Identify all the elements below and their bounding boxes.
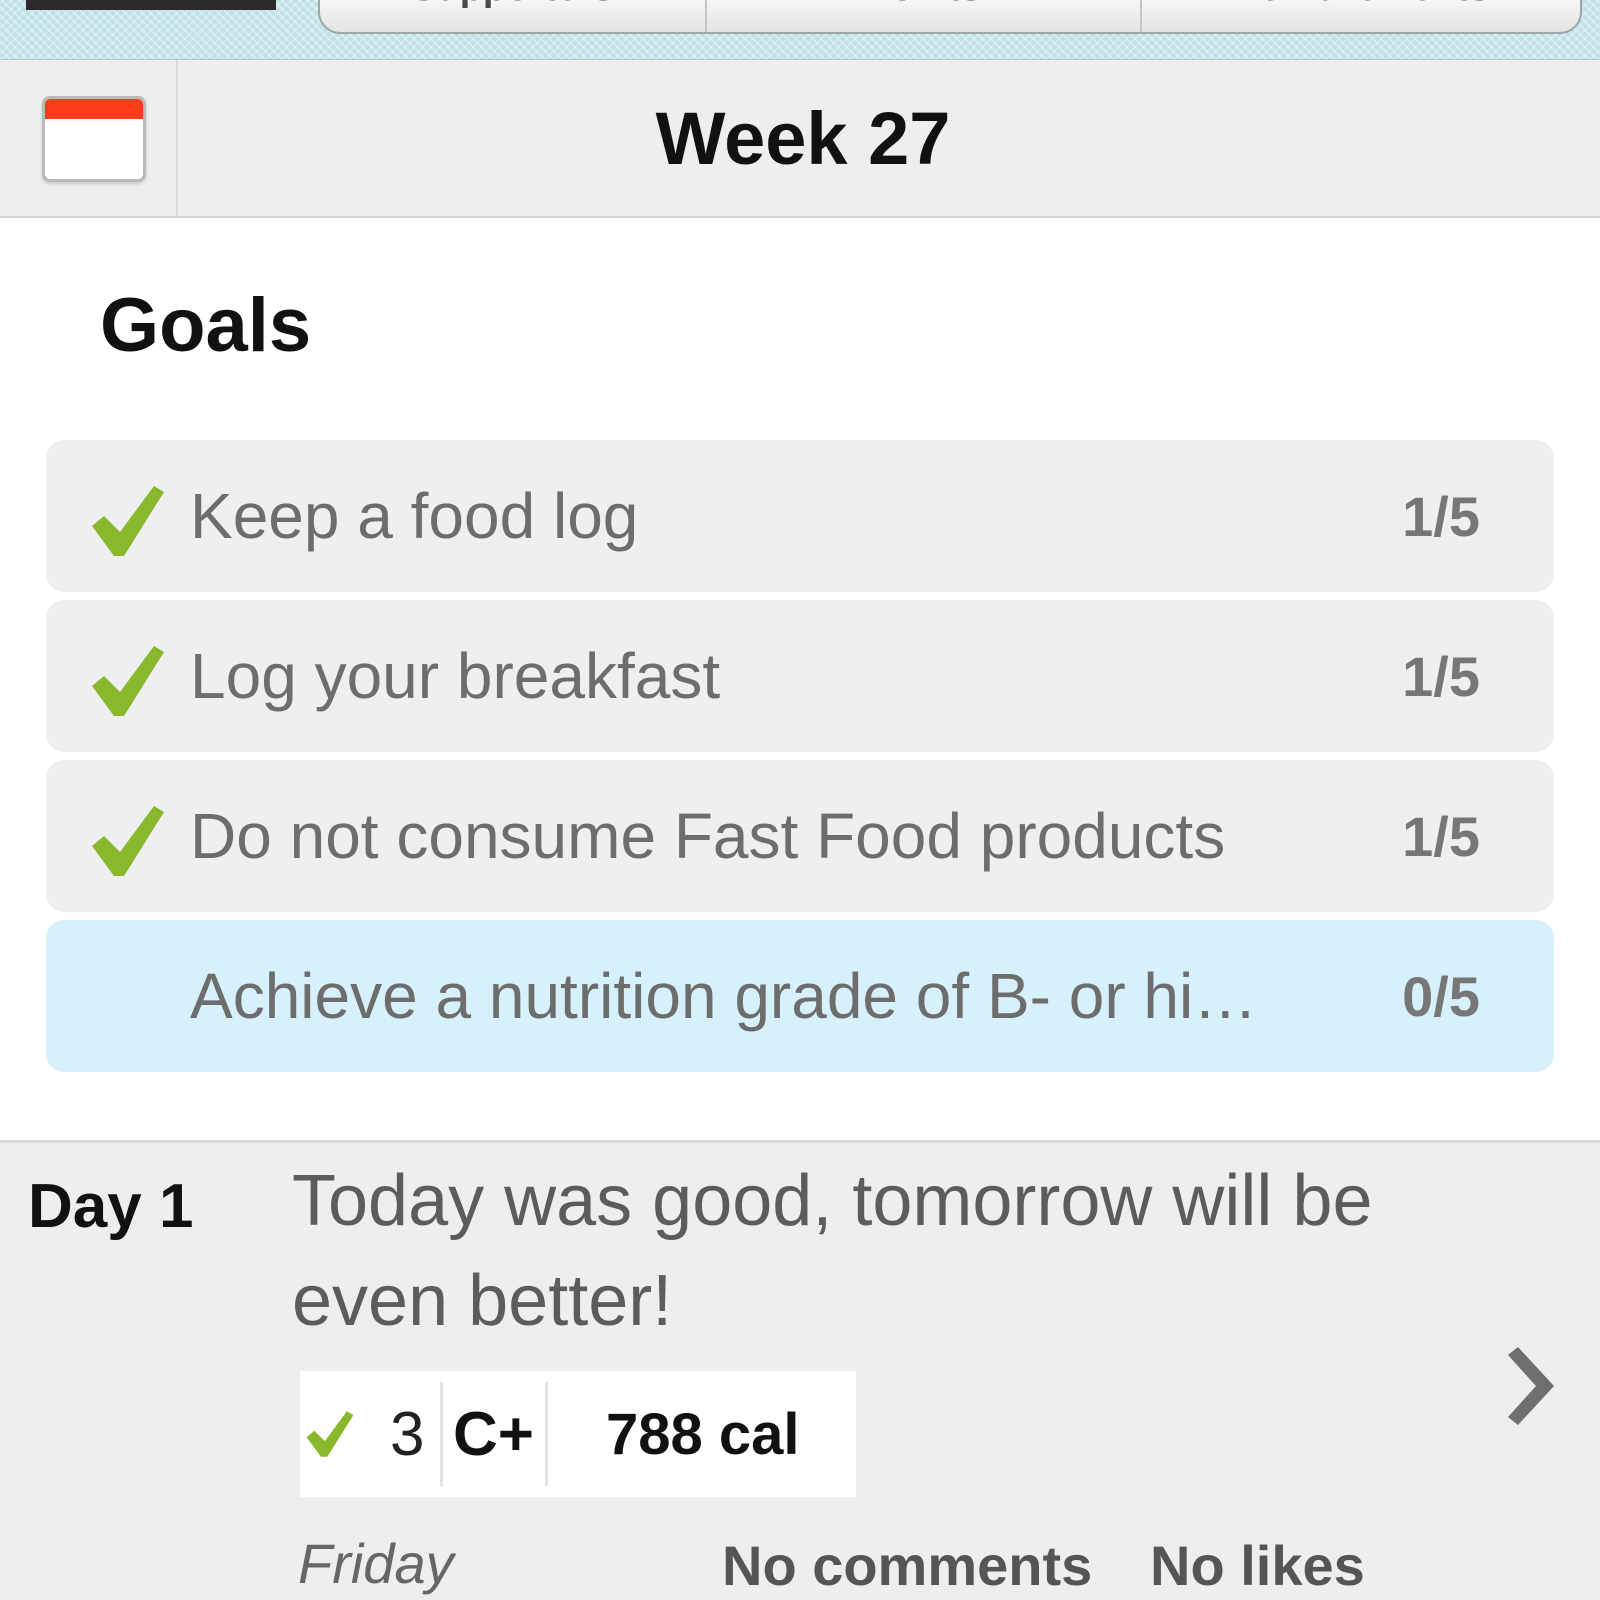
goals-met-count: 3 [390,1399,425,1469]
goal-row[interactable]: Log your breakfast 1/5 [46,600,1554,752]
week-title: Week 27 [655,96,951,180]
chevron-right-icon[interactable] [1500,1347,1556,1425]
goal-row[interactable]: Achieve a nutrition grade of B- or hi… 0… [46,920,1554,1072]
checkmark-icon [92,806,164,876]
calendar-button[interactable] [0,60,178,216]
day-weekday: Friday [298,1532,454,1595]
week-header: Week 27 [0,60,1600,218]
goal-label: Achieve a nutrition grade of B- or hi… [190,960,1258,1032]
top-tab-strip: Supporters Points Achievements [0,0,1600,60]
goal-label: Log your breakfast [190,640,721,712]
goal-label: Do not consume Fast Food products [190,800,1226,872]
goal-progress: 1/5 [1402,644,1480,708]
tab-points[interactable]: Points [705,0,1140,32]
day-entry[interactable]: Day 1 Today was good, tomorrow will be e… [0,1140,1600,1600]
goals-title: Goals [100,283,312,368]
segmented-control: Supporters Points Achievements [318,0,1582,34]
calendar-icon [42,96,146,182]
day-label: Day 1 [28,1172,194,1241]
goal-progress: 1/5 [1402,804,1480,868]
checkmark-icon [92,486,164,556]
likes-count[interactable]: No likes [1150,1533,1365,1598]
day-stats: 3 C+ 788 cal [300,1371,856,1497]
checkmark-icon [92,646,164,716]
checkmark-icon [306,1411,354,1457]
divider [440,1382,443,1486]
tab-achievements[interactable]: Achievements [1140,0,1580,32]
goal-row[interactable]: Do not consume Fast Food products 1/5 [46,760,1554,912]
calories: 788 cal [606,1401,800,1467]
goal-progress: 0/5 [1402,964,1480,1028]
comments-count[interactable]: No comments [722,1533,1092,1598]
nutrition-grade: C+ [453,1399,534,1469]
tab-supporters[interactable]: Supporters [320,0,705,32]
goal-row[interactable]: Keep a food log 1/5 [46,440,1554,592]
avatar[interactable] [26,0,276,10]
goal-label: Keep a food log [190,480,639,552]
goal-progress: 1/5 [1402,484,1480,548]
divider [545,1382,548,1486]
day-note: Today was good, tomorrow will be even be… [292,1161,1373,1341]
